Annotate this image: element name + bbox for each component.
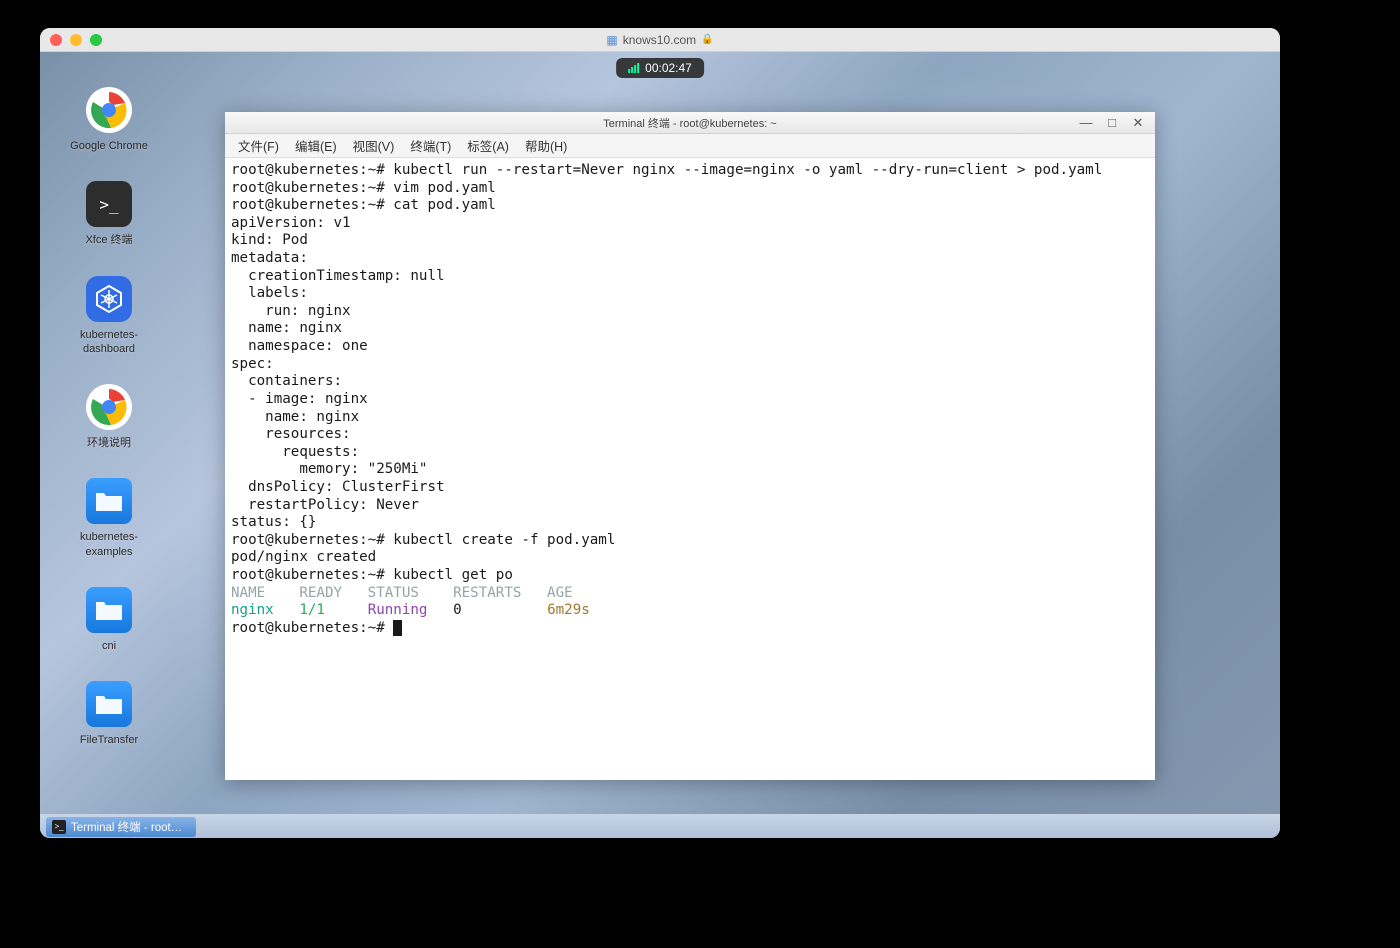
minimize-button[interactable] (70, 34, 82, 46)
prompt: root@kubernetes:~# (231, 162, 393, 178)
remote-desktop: 00:02:47 Google Chrome (40, 52, 1280, 838)
taskbar-label: Terminal 终端 - root… (71, 819, 182, 835)
menu-file[interactable]: 文件(F) (231, 133, 286, 158)
signal-icon (628, 63, 639, 73)
terminal-title: Terminal 终端 - root@kubernetes: ~ (603, 115, 776, 131)
output-line: labels: (231, 285, 308, 301)
desktop-icons: Google Chrome >_ Xfce 终端 kubernetes- das… (64, 87, 154, 748)
desktop-icon-xfce-terminal[interactable]: >_ Xfce 终端 (64, 181, 154, 247)
menu-help[interactable]: 帮助(H) (518, 133, 574, 158)
output-line: pod/nginx created (231, 549, 376, 565)
icon-label: cni (102, 639, 116, 653)
prompt: root@kubernetes:~# (231, 197, 393, 213)
prompt: root@kubernetes:~# (231, 532, 393, 548)
pod-ready: 1/1 (299, 602, 325, 618)
output-line: restartPolicy: Never (231, 497, 419, 513)
prompt: root@kubernetes:~# (231, 180, 393, 196)
command: kubectl get po (393, 567, 513, 583)
url-bar[interactable]: ▦ knows10.com 🔒 (606, 33, 713, 47)
minimize-icon[interactable]: — (1073, 114, 1099, 132)
terminal-icon: >_ (52, 820, 66, 834)
desktop-icon-chrome[interactable]: Google Chrome (64, 87, 154, 153)
desktop-icon-k8s-examples[interactable]: kubernetes- examples (64, 478, 154, 559)
output-line: resources: (231, 426, 351, 442)
terminal-titlebar[interactable]: Terminal 终端 - root@kubernetes: ~ — □ ✕ (225, 112, 1155, 134)
output-line: status: {} (231, 514, 316, 530)
output-line: apiVersion: v1 (231, 215, 351, 231)
lock-icon: 🔒 (701, 34, 713, 45)
url-text: knows10.com (623, 33, 696, 47)
output-line: - image: nginx (231, 391, 368, 407)
desktop-icon-k8s-dashboard[interactable]: kubernetes- dashboard (64, 276, 154, 357)
kubernetes-icon (86, 276, 132, 322)
menu-terminal[interactable]: 终端(T) (403, 133, 458, 158)
maximize-icon[interactable]: □ (1099, 114, 1125, 132)
taskbar-item-terminal[interactable]: >_ Terminal 终端 - root… (46, 817, 196, 837)
pod-status: Running (368, 602, 428, 618)
traffic-lights (40, 34, 102, 46)
close-button[interactable] (50, 34, 62, 46)
terminal-window: Terminal 终端 - root@kubernetes: ~ — □ ✕ 文… (225, 112, 1155, 780)
desktop-icon-filetransfer[interactable]: FileTransfer (64, 681, 154, 747)
site-icon: ▦ (606, 33, 617, 47)
menu-view[interactable]: 视图(V) (346, 133, 402, 158)
pod-name: nginx (231, 602, 274, 618)
folder-icon (86, 681, 132, 727)
menu-edit[interactable]: 编辑(E) (288, 133, 344, 158)
output-line: kind: Pod (231, 232, 308, 248)
command: vim pod.yaml (393, 180, 496, 196)
prompt: root@kubernetes:~# (231, 567, 393, 583)
taskbar: >_ Terminal 终端 - root… (40, 814, 1280, 838)
table-header: NAME READY STATUS RESTARTS AGE (231, 585, 573, 601)
terminal-menubar: 文件(F) 编辑(E) 视图(V) 终端(T) 标签(A) 帮助(H) (225, 134, 1155, 158)
output-line: spec: (231, 356, 274, 372)
desktop-icon-env-doc[interactable]: 环境说明 (64, 384, 154, 450)
prompt: root@kubernetes:~# (231, 620, 393, 636)
output-line: memory: "250Mi" (231, 461, 427, 477)
menu-tabs[interactable]: 标签(A) (460, 133, 516, 158)
session-timer: 00:02:47 (616, 58, 704, 78)
folder-icon (86, 478, 132, 524)
icon-label: Google Chrome (70, 139, 148, 153)
icon-label: kubernetes- dashboard (80, 328, 138, 357)
folder-icon (86, 587, 132, 633)
close-icon[interactable]: ✕ (1125, 114, 1151, 132)
output-line: dnsPolicy: ClusterFirst (231, 479, 445, 495)
terminal-body[interactable]: root@kubernetes:~# kubectl run --restart… (225, 158, 1155, 780)
timer-text: 00:02:47 (645, 61, 692, 75)
command: cat pod.yaml (393, 197, 496, 213)
maximize-button[interactable] (90, 34, 102, 46)
output-line: name: nginx (231, 320, 342, 336)
output-line: requests: (231, 444, 359, 460)
output-line: containers: (231, 373, 342, 389)
icon-label: FileTransfer (80, 733, 138, 747)
cursor (393, 620, 402, 636)
output-line: run: nginx (231, 303, 351, 319)
command: kubectl run --restart=Never nginx --imag… (393, 162, 1102, 178)
browser-window: ▦ knows10.com 🔒 00:02:47 (40, 28, 1280, 838)
output-line: metadata: (231, 250, 308, 266)
pod-restarts: 0 (453, 602, 462, 618)
icon-label: Xfce 终端 (85, 233, 132, 247)
icon-label: kubernetes- examples (80, 530, 138, 559)
desktop-icon-cni[interactable]: cni (64, 587, 154, 653)
pod-age: 6m29s (547, 602, 590, 618)
terminal-icon: >_ (86, 181, 132, 227)
chrome-icon (86, 384, 132, 430)
command: kubectl create -f pod.yaml (393, 532, 615, 548)
icon-label: 环境说明 (87, 436, 131, 450)
output-line: name: nginx (231, 409, 359, 425)
chrome-icon (86, 87, 132, 133)
output-line: creationTimestamp: null (231, 268, 445, 284)
browser-titlebar: ▦ knows10.com 🔒 (40, 28, 1280, 52)
output-line: namespace: one (231, 338, 368, 354)
